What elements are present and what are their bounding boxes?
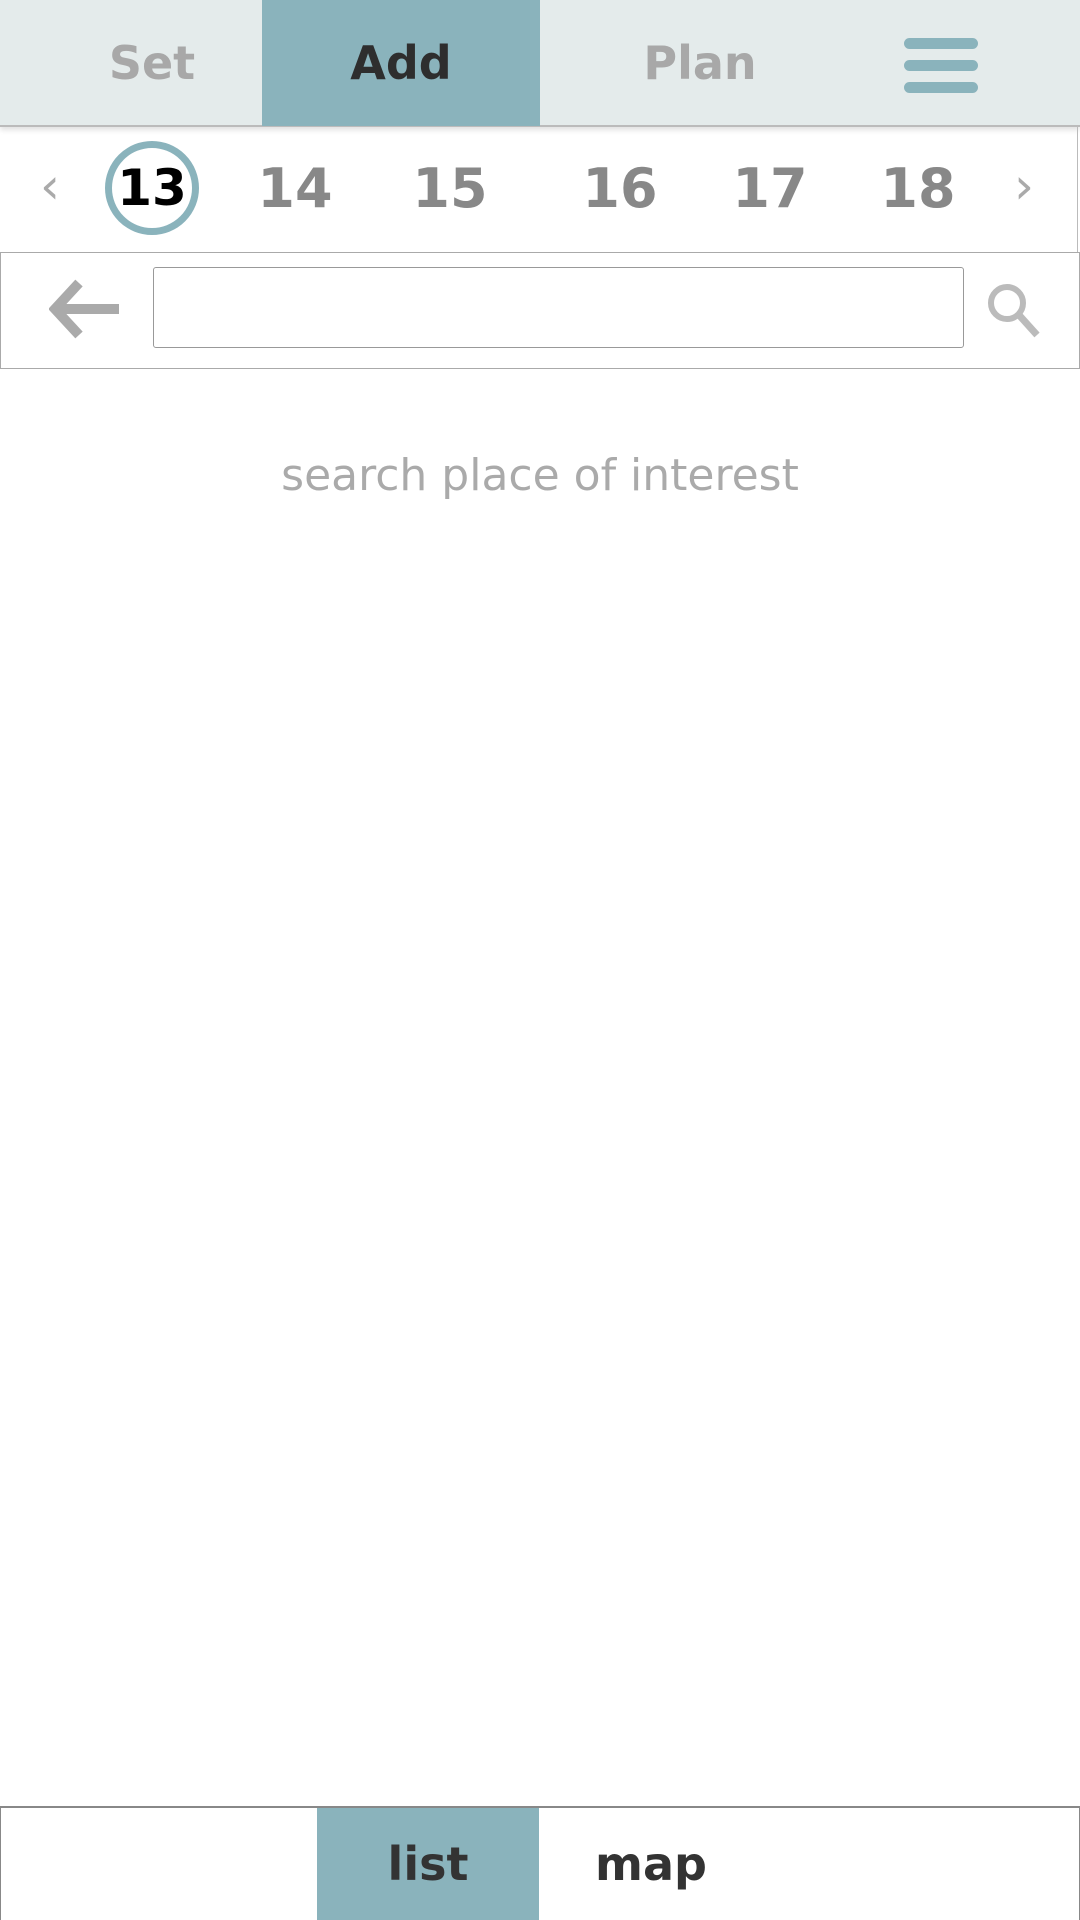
search-bar	[0, 252, 1080, 369]
date-item[interactable]: 14	[245, 157, 345, 221]
date-item[interactable]: 18	[868, 157, 968, 221]
date-item-selected[interactable]: 13	[105, 141, 199, 235]
tab-list[interactable]: list	[317, 1808, 539, 1920]
search-icon[interactable]	[983, 279, 1043, 339]
chevron-right-icon[interactable]: ›	[1014, 157, 1034, 215]
hamburger-icon[interactable]	[904, 38, 978, 94]
top-nav: Set Add Plan	[0, 0, 1080, 127]
date-item[interactable]: 17	[720, 157, 820, 221]
date-item[interactable]: 16	[570, 157, 670, 221]
date-selector: ‹ 13 14 15 16 17 18 ›	[0, 127, 1078, 252]
tab-map[interactable]: map	[561, 1808, 741, 1920]
empty-hint: search place of interest	[281, 450, 799, 501]
arrow-left-icon[interactable]	[49, 279, 121, 339]
tab-set[interactable]: Set	[60, 0, 244, 126]
tab-plan[interactable]: Plan	[600, 0, 800, 126]
date-item[interactable]: 15	[400, 157, 500, 221]
tab-add[interactable]: Add	[262, 0, 540, 126]
chevron-left-icon[interactable]: ‹	[40, 157, 60, 215]
view-toggle: list map	[0, 1806, 1080, 1920]
search-input[interactable]	[153, 267, 964, 348]
